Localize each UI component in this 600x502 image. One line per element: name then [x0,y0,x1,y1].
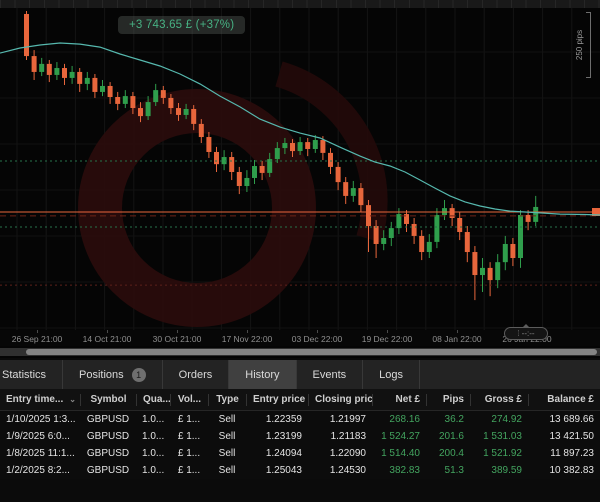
cell-closing-price: 1.24530 [308,465,372,476]
positions-count-badge: 1 [132,368,146,382]
time-label: 08 Jan 22:00 [432,334,481,344]
trading-app-window: +3 743.65 £ (+37%) 250 pips 26 Sep 21:00… [0,0,600,502]
tab-history[interactable]: History [229,360,296,389]
cell-type: Sell [208,414,246,425]
cell-gross: 389.59 [470,465,528,476]
cell-volume: £ 1... [170,465,208,476]
cell-gross: 274.92 [470,414,528,425]
col-quantity[interactable]: Qua... [136,394,170,406]
cell-quantity: 1.0... [136,431,170,442]
time-label: 19 Dec 22:00 [362,334,413,344]
cell-closing-price: 1.21183 [308,431,372,442]
col-entry-time[interactable]: Entry time...⌄ [0,394,80,406]
col-net[interactable]: Net £ [372,394,426,406]
tab-statistics[interactable]: Statistics [0,360,63,389]
chart-top-ruler [0,0,600,8]
cell-entry-time: 1/2/2025 8:2... [0,465,80,476]
axis-tick [387,330,388,333]
tab-logs[interactable]: Logs [363,360,420,389]
cell-gross: 1 521.92 [470,448,528,459]
col-symbol[interactable]: Symbol [80,394,136,406]
timeline-scrub-handle[interactable]: ⁞ --:-- [504,327,548,340]
horizontal-scrollbar[interactable] [0,348,600,356]
cell-volume: £ 1... [170,448,208,459]
cell-gross: 1 531.03 [470,431,528,442]
time-label: 30 Oct 21:00 [153,334,202,344]
time-label: 26 Sep 21:00 [12,334,63,344]
cell-type: Sell [208,448,246,459]
table-row[interactable]: 1/2/2025 8:2... GBPUSD 1.0... £ 1... Sel… [0,462,600,479]
scrub-time-value: --:-- [522,329,535,338]
panel-background [0,479,600,502]
cell-symbol: GBPUSD [80,465,136,476]
cell-volume: £ 1... [170,414,208,425]
cell-entry-price: 1.23199 [246,431,308,442]
history-table-header: Entry time...⌄ Symbol Qua... Vol... Type… [0,389,600,411]
cell-pips: 51.3 [426,465,470,476]
cell-entry-time: 1/8/2025 11:1... [0,448,80,459]
cell-balance: 10 382.83 [528,465,600,476]
cell-pips: 201.6 [426,431,470,442]
time-label: 17 Nov 22:00 [222,334,273,344]
time-label: 03 Dec 22:00 [292,334,343,344]
bracket-line [586,12,591,78]
cell-net: 268.16 [372,414,426,425]
drag-handle-icon: ⁞ [517,329,518,338]
cell-quantity: 1.0... [136,414,170,425]
tab-positions[interactable]: Positions1 [63,360,163,389]
cell-quantity: 1.0... [136,448,170,459]
history-table: Entry time...⌄ Symbol Qua... Vol... Type… [0,389,600,479]
cell-closing-price: 1.22090 [308,448,372,459]
cell-symbol: GBPUSD [80,448,136,459]
cell-entry-time: 1/9/2025 6:0... [0,431,80,442]
time-label: 14 Oct 21:00 [83,334,132,344]
bottom-panel-tabs: Statistics Positions1 Orders History Eve… [0,358,600,389]
cell-quantity: 1.0... [136,465,170,476]
axis-tick [107,330,108,333]
pips-scale-label: 250 pips [575,30,584,60]
axis-tick [247,330,248,333]
cell-net: 1 514.40 [372,448,426,459]
cell-type: Sell [208,431,246,442]
pips-scale-bracket: 250 pips [577,12,591,78]
cell-balance: 13 421.50 [528,431,600,442]
history-table-body: 1/10/2025 1:3... GBPUSD 1.0... £ 1... Se… [0,411,600,479]
col-balance[interactable]: Balance £ [528,394,600,406]
scrollbar-thumb[interactable] [26,349,597,355]
cell-balance: 11 897.23 [528,448,600,459]
floating-profit-badge: +3 743.65 £ (+37%) [118,16,245,34]
cell-pips: 200.4 [426,448,470,459]
cell-entry-price: 1.25043 [246,465,308,476]
axis-tick [457,330,458,333]
cell-entry-price: 1.22359 [246,414,308,425]
tab-events[interactable]: Events [297,360,364,389]
axis-tick [37,330,38,333]
axis-tick [317,330,318,333]
cell-type: Sell [208,465,246,476]
tab-orders[interactable]: Orders [163,360,230,389]
cell-symbol: GBPUSD [80,414,136,425]
col-entry-price[interactable]: Entry price [246,394,308,406]
cell-balance: 13 689.66 [528,414,600,425]
table-row[interactable]: 1/8/2025 11:1... GBPUSD 1.0... £ 1... Se… [0,445,600,462]
cell-closing-price: 1.21997 [308,414,372,425]
cell-net: 382.83 [372,465,426,476]
cell-entry-price: 1.24094 [246,448,308,459]
axis-tick [177,330,178,333]
candlestick-chart-canvas[interactable] [0,8,600,330]
chevron-down-icon: ⌄ [69,395,76,404]
cell-pips: 36.2 [426,414,470,425]
table-row[interactable]: 1/9/2025 6:0... GBPUSD 1.0... £ 1... Sel… [0,428,600,445]
col-gross[interactable]: Gross £ [470,394,528,406]
cell-entry-time: 1/10/2025 1:3... [0,414,80,425]
col-volume[interactable]: Vol... [170,394,208,406]
col-type[interactable]: Type [208,394,246,406]
cell-net: 1 524.27 [372,431,426,442]
table-row[interactable]: 1/10/2025 1:3... GBPUSD 1.0... £ 1... Se… [0,411,600,428]
cell-volume: £ 1... [170,431,208,442]
cell-symbol: GBPUSD [80,431,136,442]
col-closing-price[interactable]: Closing price [308,394,372,406]
col-pips[interactable]: Pips [426,394,470,406]
